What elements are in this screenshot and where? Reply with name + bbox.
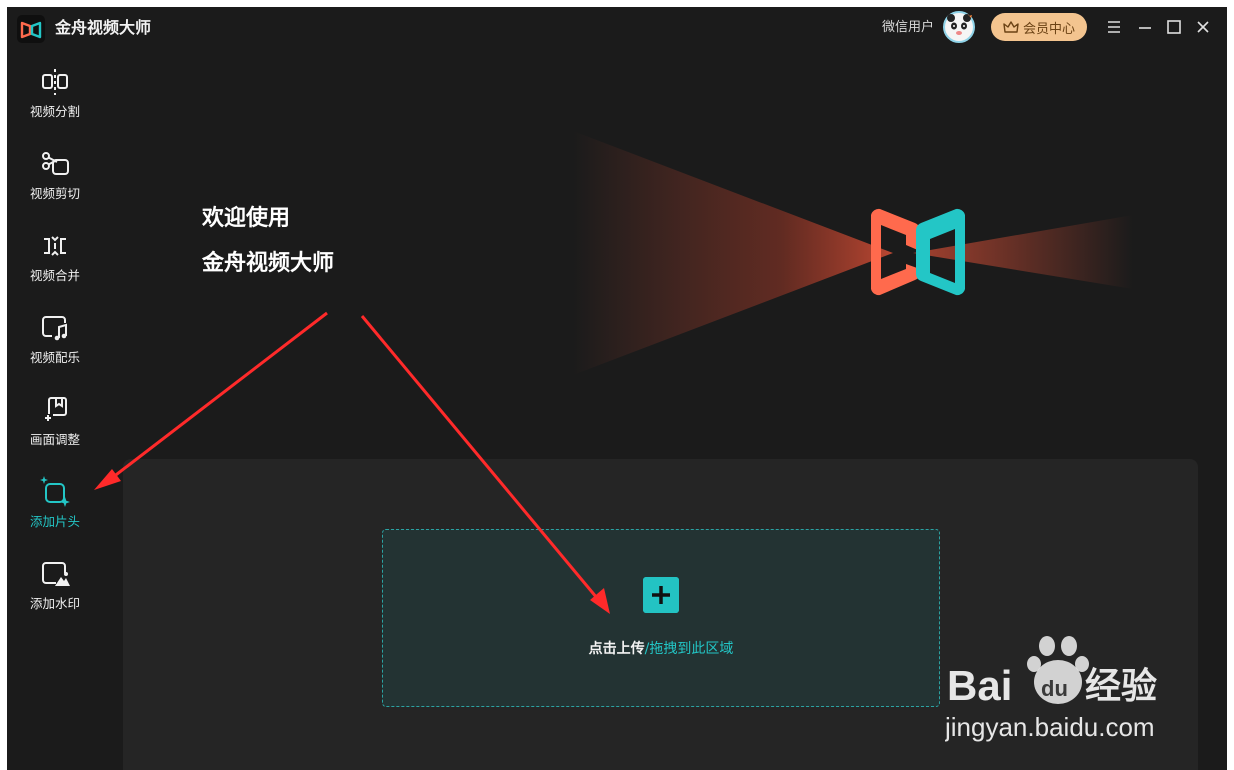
watermark-brand: Bai: [947, 662, 1012, 709]
sidebar-item-label: 添加水印: [29, 596, 80, 611]
sidebar-item-label: 视频合并: [29, 268, 80, 283]
sidebar-item-video-merge[interactable]: 视频合并: [7, 228, 103, 298]
minimize-icon[interactable]: [1136, 18, 1154, 36]
sidebar: 视频分割 视频剪切 视频合并 视频配乐 画面调整 添加片头 添加水印: [7, 49, 103, 770]
sidebar-item-picture-adjust[interactable]: 画面调整: [7, 392, 103, 462]
welcome-line-1: 欢迎使用: [202, 206, 291, 231]
sidebar-item-video-split[interactable]: 视频分割: [7, 64, 103, 134]
app-title: 金舟视频大师: [55, 18, 152, 37]
menu-icon[interactable]: [1105, 18, 1123, 36]
sidebar-item-add-watermark[interactable]: 添加水印: [7, 556, 103, 626]
watermark-icon: [42, 562, 70, 586]
sidebar-item-add-intro[interactable]: 添加片头: [7, 474, 103, 544]
sidebar-item-label: 画面调整: [29, 432, 80, 447]
crown-icon: [1003, 21, 1019, 33]
upload-click-text[interactable]: 点击上传: [589, 641, 645, 657]
sidebar-item-label: 视频剪切: [29, 186, 80, 201]
close-icon[interactable]: [1194, 18, 1212, 36]
app-logo-icon: [17, 15, 45, 43]
sidebar-item-video-cut[interactable]: 视频剪切: [7, 146, 103, 216]
upload-dropzone[interactable]: 点击上传/拖拽到此区域: [382, 529, 940, 707]
avatar[interactable]: [942, 10, 976, 44]
sidebar-item-label: 视频分割: [29, 104, 80, 119]
title-bar: 金舟视频大师 微信用户 会员中心: [7, 7, 1227, 49]
watermark-brand-cn: 经验: [1085, 666, 1157, 707]
watermark-url: jingyan.baidu.com: [945, 712, 1155, 742]
sparkle-screen-icon: [40, 476, 70, 507]
user-name[interactable]: 微信用户: [882, 19, 934, 37]
maximize-icon[interactable]: [1165, 18, 1183, 36]
sidebar-item-label: 添加片头: [29, 514, 80, 529]
upload-drag-text: /拖拽到此区域: [644, 641, 734, 657]
welcome-line-2: 金舟视频大师: [202, 251, 335, 276]
scissors-icon: [42, 152, 69, 175]
crop-icon: [45, 397, 67, 421]
sidebar-item-label: 视频配乐: [29, 350, 80, 365]
split-icon: [42, 69, 68, 95]
vip-center-button[interactable]: 会员中心: [991, 13, 1087, 41]
welcome-text: 欢迎使用 金舟视频大师: [202, 196, 334, 286]
watermark-brand-du: du: [1041, 676, 1068, 701]
sidebar-item-video-music[interactable]: 视频配乐: [7, 310, 103, 380]
baidu-jingyan-watermark: Bai du 经验 jingyan.baidu.com: [945, 636, 1157, 742]
upload-hint: 点击上传/拖拽到此区域: [383, 640, 939, 658]
merge-icon: [44, 236, 66, 256]
music-icon: [42, 316, 67, 341]
add-file-icon[interactable]: [643, 577, 679, 613]
vip-center-label: 会员中心: [1022, 21, 1075, 37]
